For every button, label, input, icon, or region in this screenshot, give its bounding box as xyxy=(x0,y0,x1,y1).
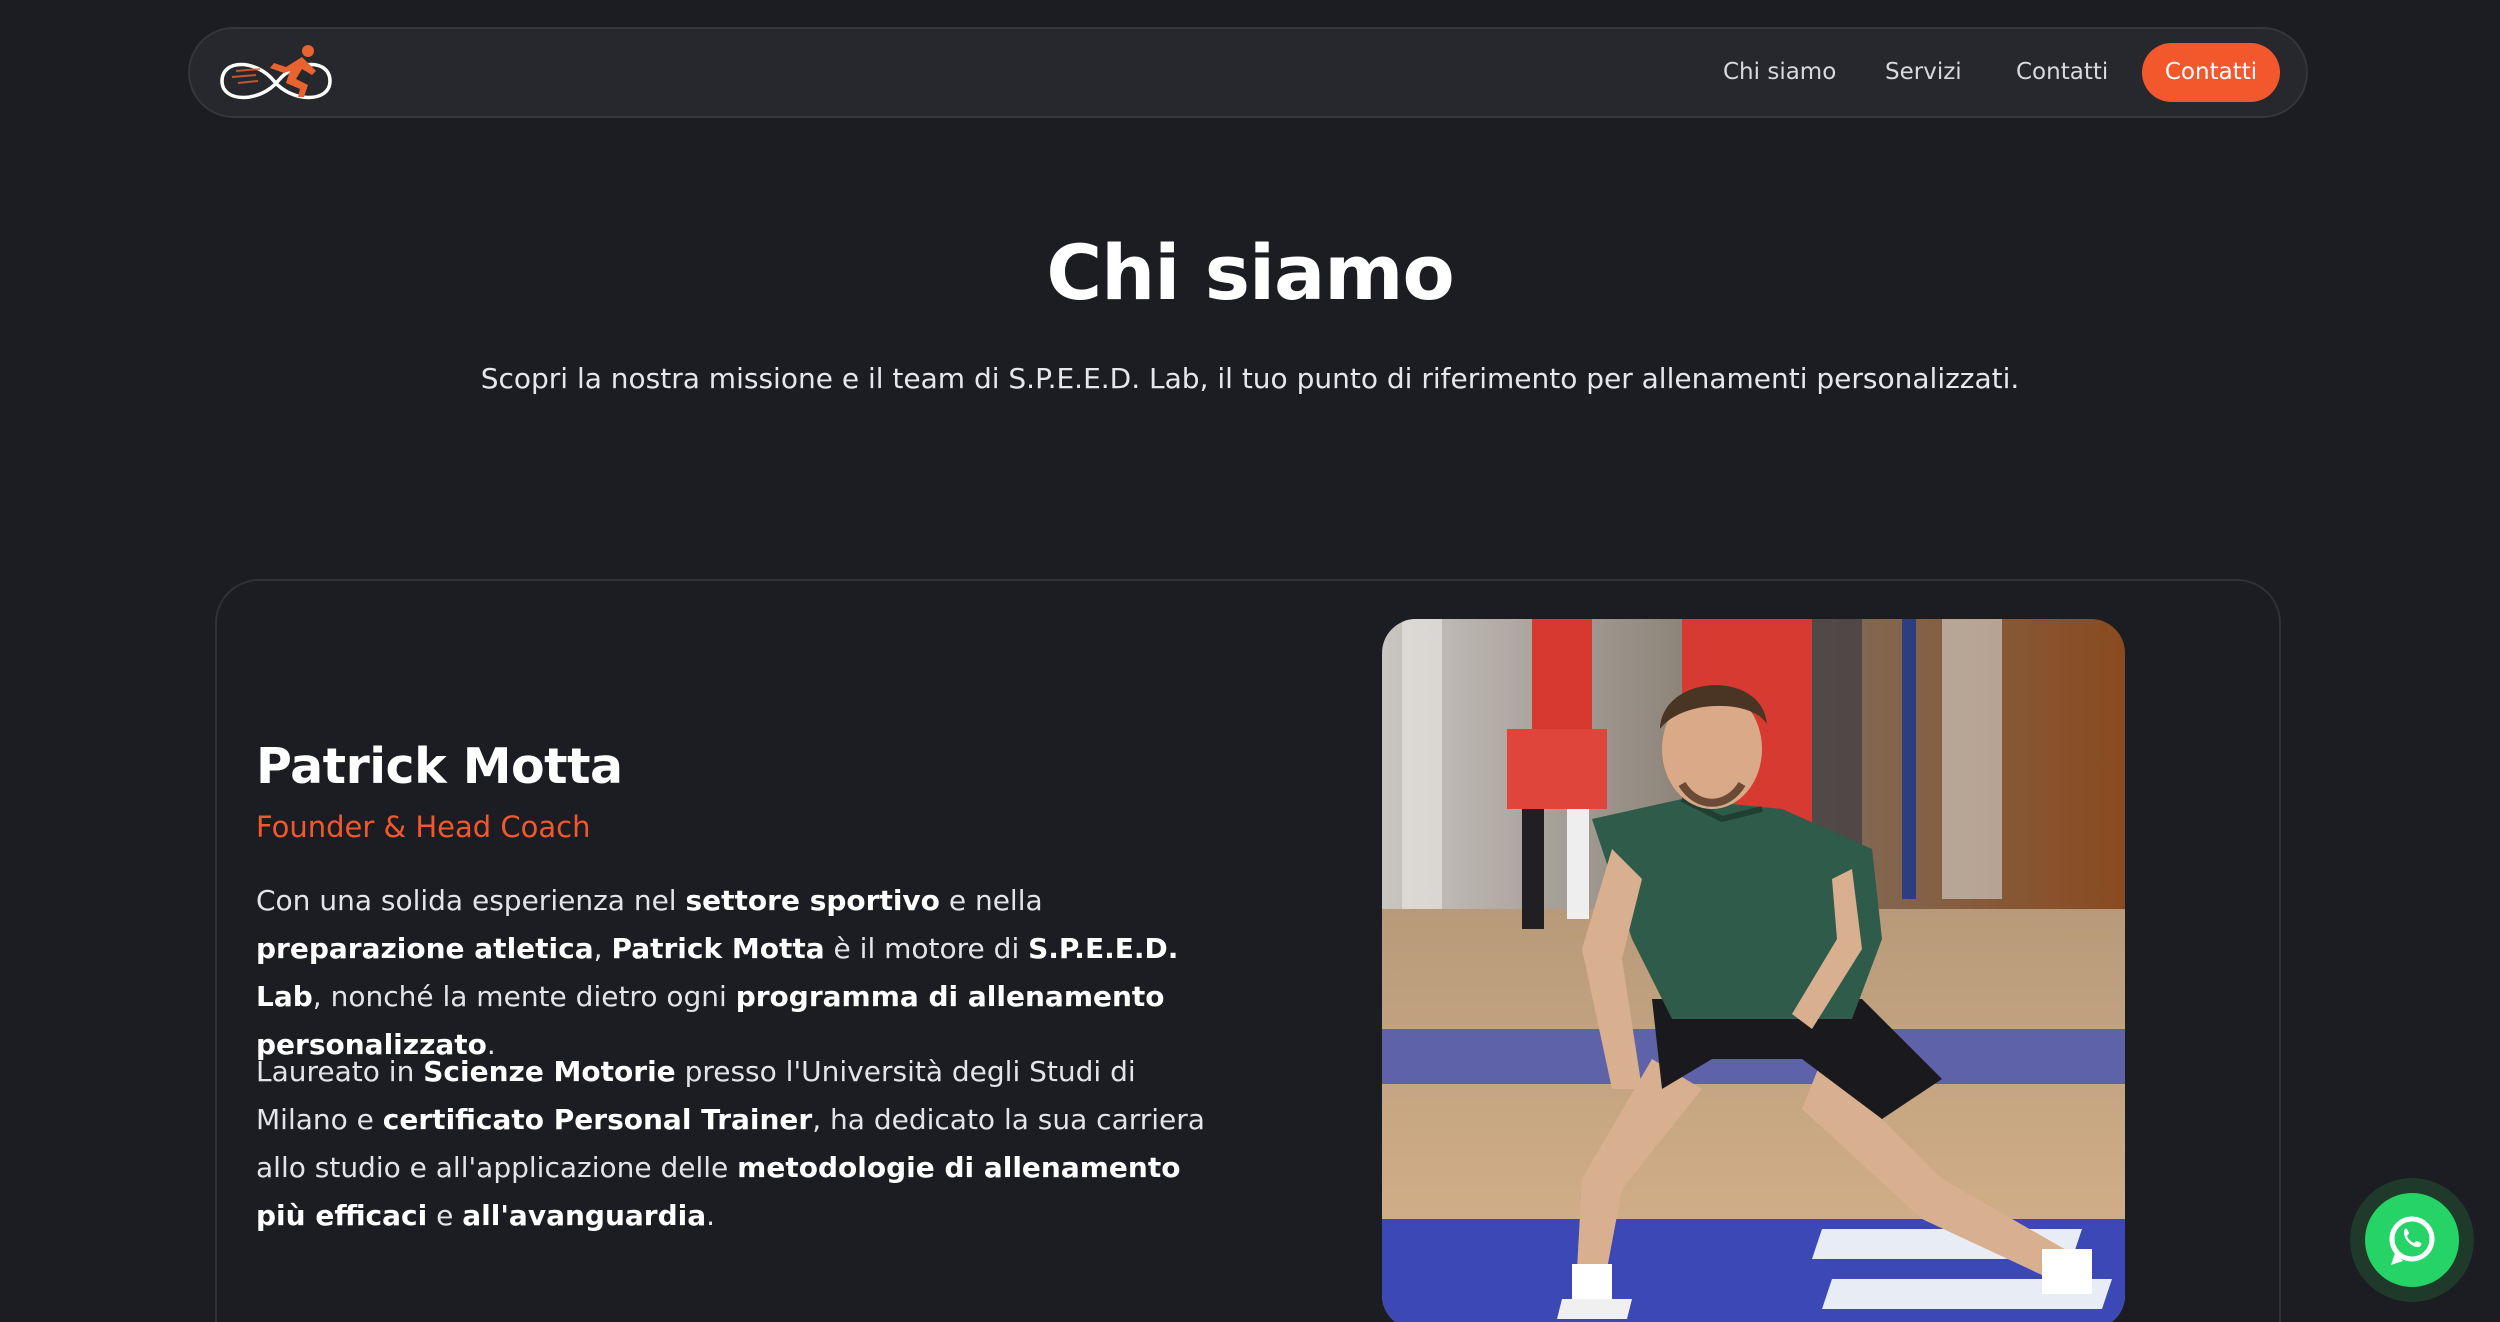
whatsapp-button[interactable] xyxy=(2365,1193,2459,1287)
bio-text: Laureato in xyxy=(256,1055,424,1088)
bio-emphasis: Scienze Motorie xyxy=(423,1055,676,1088)
whatsapp-icon xyxy=(2389,1216,2435,1265)
bio-text: e xyxy=(427,1199,463,1232)
nav-link-contatti[interactable]: Contatti xyxy=(2016,29,2108,116)
page-title: Chi siamo xyxy=(1046,228,1454,317)
navbar: Chi siamo Servizi Contatti Contatti xyxy=(188,27,2308,118)
bio-text: Con una solida esperienza nel xyxy=(256,884,686,917)
bio-emphasis: settore sportivo xyxy=(685,884,940,917)
nav-link-chi-siamo[interactable]: Chi siamo xyxy=(1723,29,1836,116)
bio-text: . xyxy=(706,1199,716,1232)
bio-text: , nonché la mente dietro ogni xyxy=(312,980,736,1013)
contact-cta-button[interactable]: Contatti xyxy=(2142,43,2280,102)
bio-emphasis: all'avanguardia xyxy=(462,1199,707,1232)
bio-emphasis: Patrick Motta xyxy=(611,932,825,965)
bio-text: è il motore di xyxy=(824,932,1029,965)
profile-role: Founder & Head Coach xyxy=(256,810,591,844)
bio-text: e nella xyxy=(939,884,1043,917)
profile-bio-paragraph-2: Laureato in Scienze Motorie presso l'Uni… xyxy=(256,1048,1216,1240)
coach-photo xyxy=(1382,619,2125,1322)
brand-logo[interactable] xyxy=(216,41,338,107)
nav-link-servizi[interactable]: Servizi xyxy=(1885,29,1962,116)
bio-emphasis: certificato Personal Trainer xyxy=(382,1103,813,1136)
bio-emphasis: preparazione atletica xyxy=(256,932,594,965)
page-subtitle: Scopri la nostra missione e il team di S… xyxy=(480,362,2020,395)
profile-bio-paragraph-1: Con una solida esperienza nel settore sp… xyxy=(256,877,1216,1069)
bio-text: , xyxy=(593,932,612,965)
profile-name: Patrick Motta xyxy=(256,738,623,795)
